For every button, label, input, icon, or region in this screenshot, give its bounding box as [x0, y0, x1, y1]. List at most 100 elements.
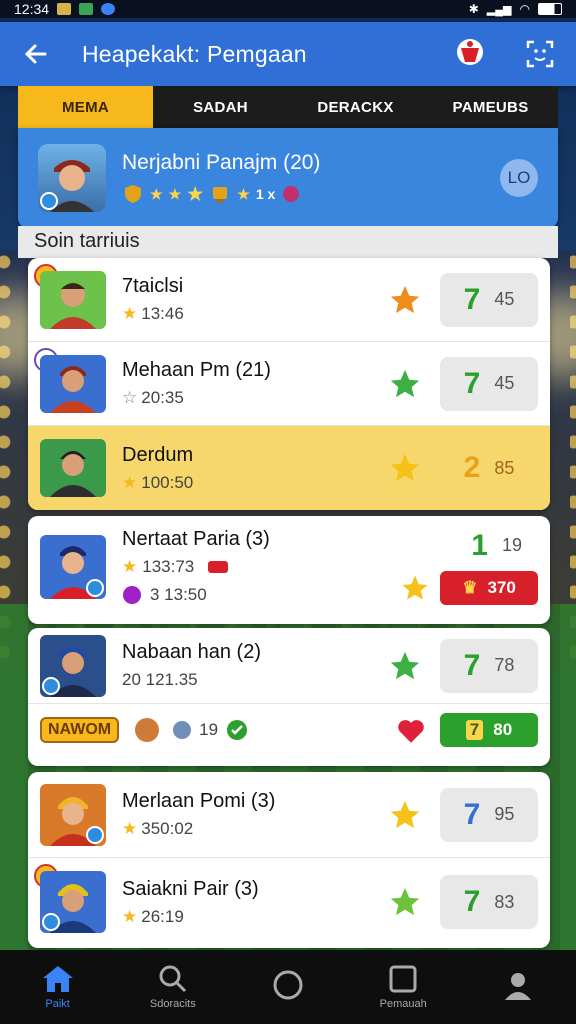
- player-name: Merlaan Pomi (3): [122, 790, 276, 812]
- score-box: 7 95: [440, 787, 538, 842]
- list-item[interactable]: Merlaan Pomi (3) ★ 350:02 7 95: [28, 772, 550, 858]
- score-big: 7: [463, 797, 481, 831]
- player-time: 26:19: [141, 906, 184, 926]
- tab-derackx[interactable]: DERACKX: [288, 86, 423, 128]
- player-name: 7taiclsi: [122, 275, 184, 297]
- nav-profile[interactable]: [461, 950, 576, 1024]
- score-big: 7: [463, 366, 481, 400]
- player-avatar: [40, 270, 106, 329]
- heart-icon[interactable]: [394, 713, 428, 747]
- check-icon: [227, 720, 248, 740]
- score-small: 78: [494, 655, 515, 675]
- circle-icon: [273, 970, 303, 1000]
- favorite-star-icon[interactable]: [400, 573, 430, 603]
- player-time-secondary: 3 13:50: [150, 585, 207, 604]
- app-bar: Heapekakt: Pemgaan: [0, 22, 576, 86]
- star-icon: ★: [122, 906, 138, 926]
- star-icon: ★: [122, 472, 138, 492]
- ranking-list: Merlaan Pomi (3) ★ 350:02 7 95 Saiakni Pa…: [28, 772, 550, 948]
- notification-icon: [57, 3, 72, 15]
- tab-bar: MEMA SADAH DERACKX PAMEUBS: [18, 86, 558, 128]
- crown-icon: ♛: [462, 577, 478, 597]
- profile-name: Nerjabni Panajm (20): [122, 151, 321, 174]
- star-icon: ★: [237, 185, 250, 202]
- player-time: 20:35: [141, 388, 184, 407]
- profile-avatar: [38, 144, 106, 212]
- tab-sadah[interactable]: SADAH: [153, 86, 288, 128]
- score-box: 7 45: [440, 272, 538, 327]
- reward-chip-value: 370: [487, 577, 516, 597]
- star-icon: ★: [122, 557, 138, 576]
- square-icon: [389, 965, 417, 993]
- score-small: 85: [494, 457, 515, 478]
- search-icon: [159, 965, 186, 993]
- tag-badge: NAWOM: [40, 717, 120, 743]
- list-item[interactable]: Mehaan Pm (21) ☆ 20:35 7 45: [28, 342, 550, 426]
- nav-pemauah[interactable]: Pemauah: [346, 950, 461, 1024]
- reward-chip[interactable]: 7 80: [440, 713, 538, 747]
- favorite-star-icon[interactable]: [388, 367, 422, 401]
- tab-mema[interactable]: MEMA: [18, 86, 153, 128]
- score-big: 1: [471, 528, 488, 562]
- score-small: 19: [501, 535, 522, 555]
- player-time: 20 121.35: [122, 670, 198, 689]
- profile-card[interactable]: Nerjabni Panajm (20) ★ ★ ★ ★ 1 x LO: [18, 128, 558, 228]
- back-button[interactable]: [14, 32, 58, 76]
- favorite-star-icon[interactable]: [388, 649, 422, 683]
- profile-badge-text: 1 x: [255, 186, 276, 202]
- score-big: 7: [463, 885, 481, 918]
- ticket-icon: [208, 561, 229, 573]
- app-icon: [79, 3, 94, 15]
- star-icon: ★: [187, 183, 204, 204]
- face-scan-button[interactable]: [518, 32, 562, 76]
- star-outline-icon: ☆: [122, 388, 138, 407]
- star-icon: ★: [122, 819, 138, 838]
- nav-search[interactable]: Sdoracits: [115, 950, 230, 1024]
- status-time: 12:34: [14, 1, 50, 17]
- arrow-left-icon: [24, 44, 47, 64]
- player-card[interactable]: Nertaat Paria (3) ★ 133:73 3 13:50 1 19 …: [28, 516, 550, 624]
- score-small: 45: [494, 373, 515, 393]
- battery-icon: [538, 3, 562, 15]
- star-icon: ★: [168, 185, 182, 202]
- favorite-star-icon[interactable]: [388, 798, 422, 832]
- favorite-star-icon[interactable]: [388, 451, 422, 485]
- player-time: 100:50: [141, 472, 194, 492]
- nav-home-label: Paikt: [45, 998, 70, 1010]
- reward-chip[interactable]: ♛ 370: [440, 570, 538, 605]
- list-item[interactable]: Saiakni Pair (3) ★ 26:19 7 83: [28, 858, 550, 946]
- section-label: Soin tarriuis: [18, 226, 558, 258]
- player-name: Derdum: [122, 443, 194, 466]
- favorite-star-icon[interactable]: [388, 885, 422, 919]
- player-time: 13:46: [141, 304, 184, 323]
- reward-chip-big: 7: [465, 720, 484, 740]
- profile-action-button[interactable]: LO: [500, 159, 538, 197]
- nav-home[interactable]: Paikt: [0, 950, 115, 1024]
- player-card[interactable]: Nabaan han (2) 20 121.35 7 78 NAWOM 19 7…: [28, 628, 550, 766]
- token-icon: [173, 721, 192, 739]
- promo-button[interactable]: [448, 32, 492, 76]
- star-icon: ★: [122, 304, 138, 323]
- messenger-icon: [101, 3, 116, 15]
- score-small: 95: [494, 804, 515, 824]
- nav-pemauah-label: Pemauah: [379, 998, 427, 1010]
- list-item[interactable]: 7taiclsi ★ 13:46 7 45: [28, 258, 550, 342]
- score-small: 83: [494, 891, 515, 912]
- player-time: 133:73: [142, 557, 195, 576]
- player-avatar: [40, 354, 106, 413]
- bottom-nav: Paikt Sdoracits Pemauah: [0, 950, 576, 1024]
- trophy-icon: [213, 187, 228, 203]
- profile-badges: ★ ★ ★ ★ 1 x: [122, 183, 500, 205]
- face-scan-icon: [526, 40, 554, 68]
- tab-pameubs[interactable]: PAMEUBS: [423, 86, 558, 128]
- nav-center[interactable]: [230, 950, 345, 1024]
- bluetooth-icon: ✱: [468, 2, 479, 16]
- list-item-highlighted[interactable]: Derdum ★ 100:50 2 85: [28, 426, 550, 510]
- player-time: 350:02: [141, 819, 194, 838]
- gem-icon: [283, 186, 300, 202]
- player-avatar: [40, 783, 106, 846]
- score-small: 45: [494, 289, 515, 309]
- wifi-icon: ◠: [519, 2, 530, 16]
- reward-chip-small: 80: [493, 720, 513, 739]
- favorite-star-icon[interactable]: [388, 283, 422, 317]
